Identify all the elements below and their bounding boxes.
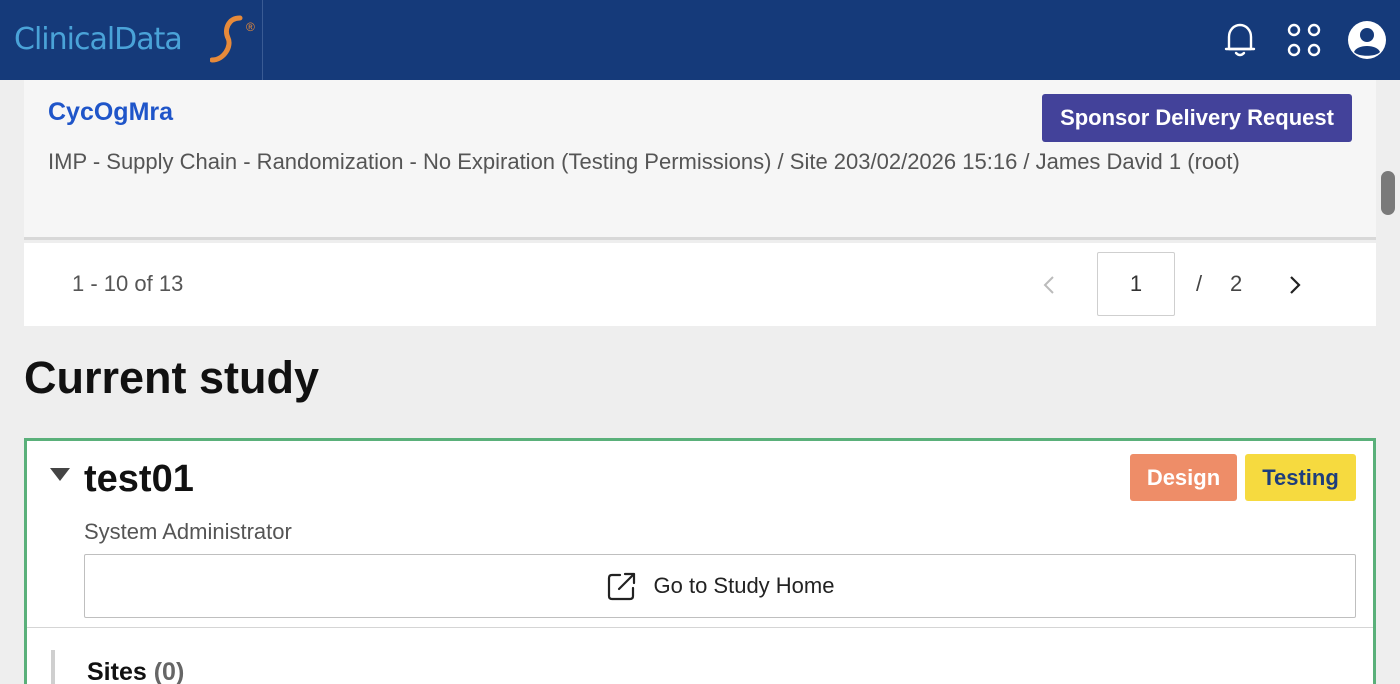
external-link-icon	[607, 572, 635, 601]
page-separator: /	[1196, 271, 1203, 296]
clinicaldata-logo[interactable]: ClinicalData ®	[14, 14, 255, 64]
logo-swoosh-icon	[210, 15, 243, 63]
pagination-bar: 1 - 10 of 13 / 2	[24, 243, 1376, 326]
page-scrollbar-thumb[interactable]	[1381, 171, 1395, 215]
logo-registered-mark: ®	[246, 20, 255, 34]
notifications-bell-icon[interactable]	[1220, 20, 1260, 60]
sites-heading: Sites (0)	[87, 658, 184, 684]
study-name: test01	[84, 458, 194, 500]
current-study-card: test01 Design Testing System Administrat…	[24, 438, 1376, 684]
study-divider	[27, 627, 1373, 628]
pagination-range: 1 - 10 of 13	[72, 271, 184, 296]
collapse-caret-icon[interactable]	[49, 467, 71, 488]
go-to-study-home-label: Go to Study Home	[653, 573, 835, 598]
total-pages: 2	[1230, 271, 1243, 296]
sites-label: Sites	[87, 658, 147, 684]
request-detail-text: IMP - Supply Chain - Randomization - No …	[48, 149, 1240, 174]
apps-grid-icon[interactable]	[1284, 20, 1324, 60]
request-id-link[interactable]: CycOgMra	[48, 98, 173, 127]
sites-section-marker	[51, 650, 55, 684]
page-number-input[interactable]	[1097, 252, 1175, 316]
delivery-request-card: CycOgMra Sponsor Delivery Request IMP - …	[24, 80, 1376, 240]
go-to-study-home-button[interactable]: Go to Study Home	[84, 554, 1356, 618]
next-page-chevron-icon[interactable]	[1280, 265, 1310, 305]
testing-status-badge: Testing	[1245, 454, 1356, 501]
study-role: System Administrator	[84, 519, 292, 544]
logo-text: ClinicalData	[14, 21, 183, 57]
sponsor-delivery-request-button[interactable]: Sponsor Delivery Request	[1042, 94, 1352, 142]
current-study-heading: Current study	[24, 352, 320, 403]
design-status-badge: Design	[1130, 454, 1237, 501]
previous-page-chevron-icon[interactable]	[1034, 265, 1064, 305]
user-avatar-icon[interactable]	[1347, 20, 1387, 60]
top-nav-bar: ClinicalData ®	[0, 0, 1400, 80]
sites-count: (0)	[153, 658, 185, 684]
header-divider	[262, 0, 263, 80]
